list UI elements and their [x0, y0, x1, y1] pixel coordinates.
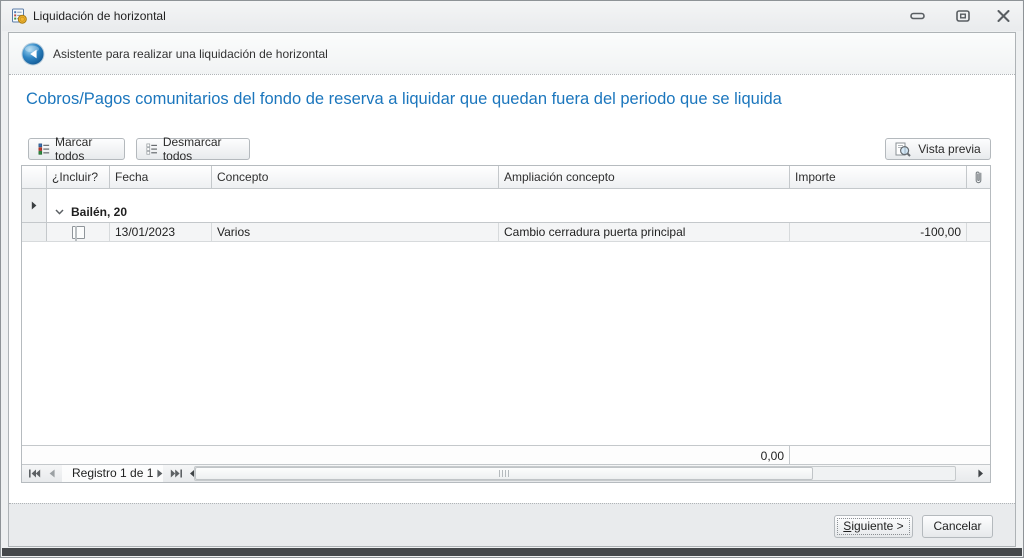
grid-footer-row: 0,00 [22, 445, 990, 464]
cancel-button[interactable]: Cancelar [922, 515, 993, 538]
group-label: Bailén, 20 [71, 205, 128, 219]
page-title: Cobros/Pagos comunitarios del fondo de r… [26, 90, 782, 108]
uncheck-list-icon [146, 143, 157, 155]
ampliacion-cell: Cambio cerradura puerta principal [499, 223, 790, 241]
importe-cell: -100,00 [790, 223, 967, 241]
window-title: Liquidación de horizontal [33, 9, 166, 23]
header-attachments[interactable] [967, 166, 990, 188]
wizard-header: Asistente para realizar una liquidación … [9, 33, 1015, 75]
cobros-pagos-grid: ¿Incluir? Fecha Concepto Ampliación conc… [21, 165, 991, 483]
group-row[interactable]: Bailén, 20 [22, 189, 990, 223]
header-concepto[interactable]: Concepto [212, 166, 499, 188]
button-bar: Siguiente > Cancelar [9, 503, 1015, 546]
grid-header-row: ¿Incluir? Fecha Concepto Ampliación conc… [22, 166, 990, 189]
row-indicator-cell [22, 189, 47, 222]
next-record-icon [157, 469, 163, 478]
last-record-button[interactable] [168, 467, 184, 480]
unmark-all-label: Desmarcar todos [162, 135, 222, 163]
incluir-checkbox[interactable] [71, 225, 85, 241]
checkbox-inner [74, 225, 77, 241]
first-record-icon [28, 469, 40, 478]
close-icon [997, 10, 1009, 22]
footer-total: 0,00 [22, 446, 790, 464]
window-body: Asistente para realizar una liquidación … [8, 32, 1016, 547]
window-bottom-edge [2, 548, 1022, 556]
focus-ring [837, 518, 910, 535]
preview-label: Vista previa [918, 142, 981, 156]
close-button[interactable] [993, 7, 1013, 25]
header-fecha[interactable]: Fecha [110, 166, 212, 188]
header-ampliacion[interactable]: Ampliación concepto [499, 166, 790, 188]
collapse-chevron-icon[interactable] [55, 209, 64, 215]
scroll-right-icon [977, 469, 983, 478]
wizard-page: Cobros/Pagos comunitarios del fondo de r… [9, 76, 1015, 503]
record-count-label: Registro 1 de 1 [62, 465, 164, 482]
first-record-button[interactable] [26, 467, 42, 480]
wizard-window: Liquidación de horizontal Asistente para… [0, 0, 1024, 558]
unmark-all-button[interactable]: Desmarcar todos [136, 135, 250, 163]
minimize-button[interactable] [907, 7, 927, 25]
wizard-header-title: Asistente para realizar una liquidación … [53, 47, 328, 61]
fecha-cell: 13/01/2023 [110, 223, 212, 241]
app-icon [11, 8, 27, 27]
cancel-label: Cancelar [933, 519, 982, 533]
maximize-button[interactable] [953, 7, 973, 25]
header-importe[interactable]: Importe [790, 166, 967, 188]
preview-button[interactable]: Vista previa [885, 138, 991, 160]
back-arrow-icon [21, 42, 45, 66]
previous-record-icon [49, 469, 55, 478]
concepto-cell: Varios [212, 223, 499, 241]
last-record-icon [170, 469, 182, 478]
header-incluir[interactable]: ¿Incluir? [47, 166, 110, 188]
print-preview-icon [895, 142, 911, 157]
header-indicator [22, 166, 47, 188]
table-row[interactable]: 13/01/2023 Varios Cambio cerradura puert… [22, 223, 990, 242]
incluir-cell [47, 223, 110, 241]
mark-all-button[interactable]: Marcar todos [28, 135, 125, 163]
current-row-arrow-icon [31, 201, 37, 210]
title-bar: Liquidación de horizontal [2, 1, 1022, 31]
minimize-icon [909, 12, 925, 20]
maximize-icon [956, 10, 970, 22]
next-record-button[interactable] [152, 467, 168, 480]
scrollbar-thumb[interactable] [195, 467, 813, 480]
horizontal-scrollbar[interactable] [194, 466, 956, 481]
mark-all-label: Marcar todos [55, 135, 93, 163]
scroll-right-button[interactable] [972, 467, 988, 480]
row-indicator-cell [22, 223, 47, 241]
next-button[interactable]: Siguiente > [834, 515, 913, 538]
record-pager: Registro 1 de 1 [22, 464, 990, 482]
back-button[interactable] [21, 42, 45, 66]
paperclip-icon [975, 171, 982, 183]
previous-record-button[interactable] [44, 467, 60, 480]
attachment-cell [967, 223, 990, 241]
check-list-icon [38, 143, 50, 155]
